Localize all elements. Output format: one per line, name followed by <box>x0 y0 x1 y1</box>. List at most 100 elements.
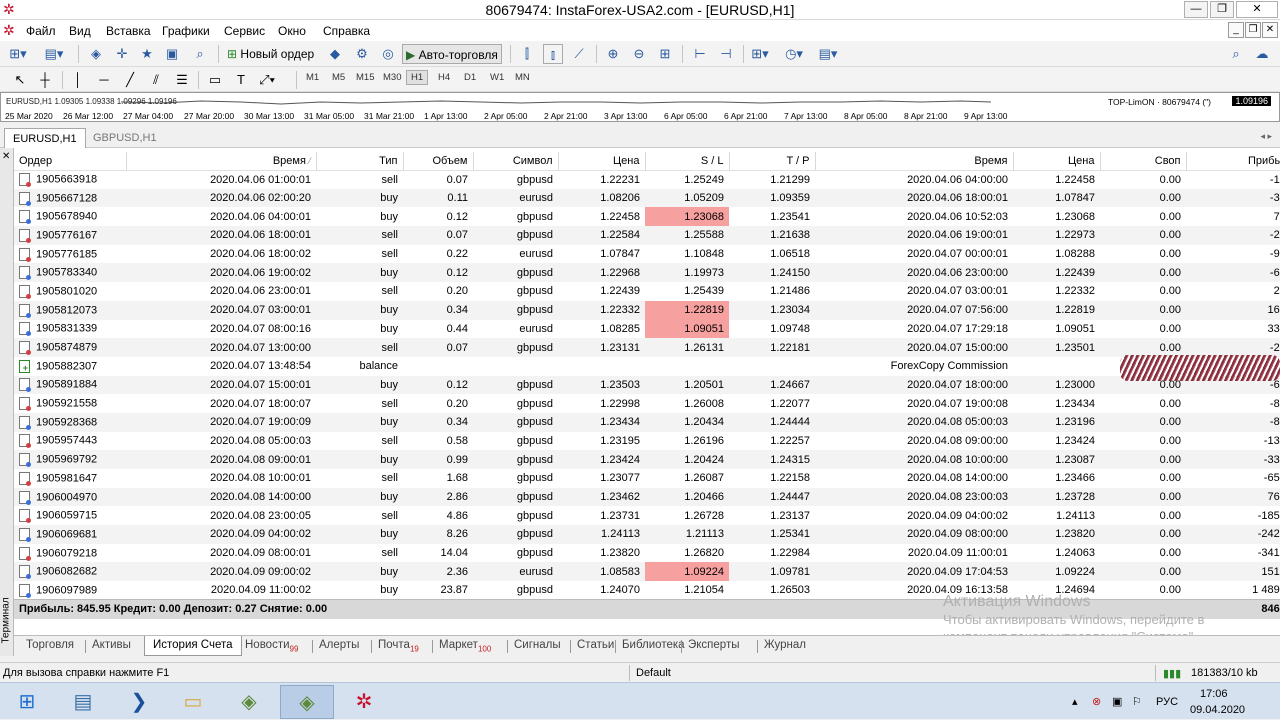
mdi-minimize-button[interactable]: _ <box>1228 22 1244 38</box>
community-icon[interactable]: ◎ <box>378 44 398 64</box>
table-row[interactable]: 1905921558 2020.04.07 18:00:07 sell 0.20 gbp… <box>14 394 1280 413</box>
col-tp[interactable]: T / P <box>729 152 816 171</box>
terminal-icon[interactable]: ▣ <box>162 44 182 64</box>
table-row[interactable]: 1905783340 2020.04.06 19:00:02 buy 0.12 gbpu… <box>14 263 1280 283</box>
timeframe-m30[interactable]: M30 <box>383 72 401 83</box>
templates-icon[interactable]: ▤▾ <box>818 44 838 64</box>
timeframe-h1[interactable]: H1 <box>406 70 429 85</box>
menu-file[interactable]: Файл <box>26 24 56 38</box>
table-row[interactable]: 1905776185 2020.04.06 18:00:02 sell 0.22 eur… <box>14 245 1280 264</box>
col-symbol[interactable]: Символ <box>473 152 559 171</box>
table-row[interactable]: 1905831339 2020.04.07 08:00:16 buy 0.44 euru… <box>14 319 1280 339</box>
timeframe-m5[interactable]: M5 <box>332 72 345 83</box>
rectangle-icon[interactable]: ▭ <box>205 70 225 90</box>
metaeditor-icon[interactable]: ◆ <box>325 44 345 64</box>
tab-eurusd-h1[interactable]: EURUSD,H1 <box>4 128 86 148</box>
data-window-icon[interactable]: ✛ <box>112 44 132 64</box>
terminal-tab[interactable]: Торговля <box>26 636 74 656</box>
timeframe-h4[interactable]: H4 <box>438 72 450 83</box>
indicators-icon[interactable]: ⊞▾ <box>750 44 770 64</box>
cursor-icon[interactable]: ↖ <box>10 70 30 90</box>
menu-window[interactable]: Окно <box>278 24 306 38</box>
timeframe-d1[interactable]: D1 <box>464 72 476 83</box>
menu-tools[interactable]: Сервис <box>224 24 265 38</box>
terminal-tab[interactable]: История Счета <box>144 636 242 656</box>
table-row[interactable]: 1905678940 2020.04.06 04:00:01 buy 0.12 gbpu… <box>14 207 1280 227</box>
fibonacci-icon[interactable]: ☰ <box>172 70 192 90</box>
terminal-close-icon[interactable]: ✕ <box>2 151 10 162</box>
clock-time[interactable]: 17:06 <box>1200 688 1228 700</box>
tab-gbpusd-h1[interactable]: GBPUSD,H1 <box>85 128 165 148</box>
vertical-line-icon[interactable]: │ <box>68 70 88 90</box>
terminal-tab[interactable]: Журнал <box>764 636 806 656</box>
table-row[interactable]: 1905776167 2020.04.06 18:00:01 sell 0.07 gbp… <box>14 226 1280 245</box>
terminal-tab[interactable]: Активы <box>92 636 131 656</box>
terminal-tab[interactable]: Библиотека <box>622 636 685 656</box>
chat-icon[interactable]: ☁ <box>1252 44 1272 64</box>
table-row[interactable]: 1905969792 2020.04.08 09:00:01 buy 0.99 gbpu… <box>14 450 1280 469</box>
text-label-icon[interactable]: T <box>231 70 251 90</box>
table-row[interactable]: 1906069681 2020.04.09 04:00:02 buy 8.26 gbpu… <box>14 525 1280 544</box>
timeframe-mn[interactable]: MN <box>515 72 530 83</box>
table-row[interactable]: 1906059715 2020.04.08 23:00:05 sell 4.86 gbp… <box>14 506 1280 525</box>
line-chart-icon[interactable]: ⟋ <box>569 44 589 64</box>
mdi-restore-button[interactable]: ❐ <box>1245 22 1261 38</box>
col-profit[interactable]: Прибыль <box>1186 152 1280 171</box>
file-explorer-icon[interactable]: ▭ <box>166 685 220 719</box>
tray-expand-icon[interactable]: ▴ <box>1072 695 1078 708</box>
col-sl[interactable]: S / L <box>645 152 730 171</box>
periods-icon[interactable]: ◷▾ <box>784 44 804 64</box>
server-manager-icon[interactable]: ▤ <box>56 685 110 719</box>
signals-icon[interactable]: ⚙ <box>352 44 372 64</box>
navigator-icon[interactable]: ★ <box>137 44 157 64</box>
trendline-icon[interactable]: ╱ <box>120 70 140 90</box>
table-row[interactable]: 1905663918 2020.04.06 01:00:01 sell 0.07 gbp… <box>14 170 1280 189</box>
col-close-time[interactable]: Время <box>815 152 1014 171</box>
auto-scroll-icon[interactable]: ⊢ <box>690 44 710 64</box>
powershell-icon[interactable]: ❯ <box>112 685 166 719</box>
terminal-tab[interactable]: Эксперты <box>688 636 739 656</box>
table-row[interactable]: 1905928368 2020.04.07 19:00:09 buy 0.34 gbpu… <box>14 412 1280 432</box>
col-volume[interactable]: Объем <box>403 152 474 171</box>
network-icon[interactable]: ⊗ <box>1092 695 1101 708</box>
timeframe-m15[interactable]: M15 <box>356 72 374 83</box>
timeframe-m1[interactable]: M1 <box>306 72 319 83</box>
autotrading-button[interactable]: ▶ Авто-торговля <box>402 44 502 64</box>
instaforex-app-icon[interactable]: ✲ <box>337 685 391 719</box>
col-order[interactable]: Ордер <box>14 152 127 171</box>
terminal-tab[interactable]: Новости99 <box>245 636 298 656</box>
action-center-icon[interactable]: ▣ <box>1112 695 1122 708</box>
candlestick-icon[interactable]: ⫾ <box>543 44 563 64</box>
language-indicator[interactable]: РУС <box>1156 696 1178 708</box>
start-button-icon[interactable]: ⊞ <box>0 685 54 719</box>
chart-shift-icon[interactable]: ⊣ <box>716 44 736 64</box>
terminal-tab[interactable]: Сигналы <box>514 636 561 656</box>
metatrader-app-icon[interactable]: ◈ <box>222 685 276 719</box>
table-row[interactable]: 1905874879 2020.04.07 13:00:00 sell 0.07 gbp… <box>14 338 1280 357</box>
chart-window-icon[interactable]: ✲ <box>3 23 18 38</box>
bar-chart-icon[interactable]: ⫿ <box>517 44 537 64</box>
menu-help[interactable]: Справка <box>323 24 370 38</box>
table-row[interactable]: 1905882307 2020.04.07 13:48:54 balance Fore… <box>14 357 1280 376</box>
horizontal-line-icon[interactable]: ─ <box>94 70 114 90</box>
zoom-in-icon[interactable]: ⊕ <box>603 44 623 64</box>
new-order-button[interactable]: ⊞ Новый ордер <box>224 44 317 64</box>
market-watch-icon[interactable]: ◈ <box>86 44 106 64</box>
table-row[interactable]: 1906082682 2020.04.09 09:00:02 buy 2.36 euru… <box>14 562 1280 582</box>
arrows-icon[interactable]: ⤢▾ <box>257 70 277 90</box>
terminal-tab[interactable]: Статьи <box>577 636 614 656</box>
terminal-tab[interactable]: Почта19 <box>378 636 419 656</box>
clock-date[interactable]: 09.04.2020 <box>1190 704 1245 716</box>
table-row[interactable]: 1905667128 2020.04.06 02:00:20 buy 0.11 euru… <box>14 188 1280 208</box>
close-button[interactable]: ✕ <box>1236 1 1278 18</box>
col-price[interactable]: Цена <box>558 152 646 171</box>
tab-scroll-arrows-icon[interactable]: ◂ ▸ <box>1260 131 1272 142</box>
strategy-tester-icon[interactable]: ⌕ <box>190 44 210 64</box>
table-row[interactable]: 1905957443 2020.04.08 05:00:03 sell 0.58 gbp… <box>14 432 1280 451</box>
table-row[interactable]: 1906079218 2020.04.09 08:00:01 sell 14.04 gb… <box>14 544 1280 563</box>
table-row[interactable]: 1906004970 2020.04.08 14:00:00 buy 2.86 gbpu… <box>14 487 1280 507</box>
menu-insert[interactable]: Вставка <box>106 24 151 38</box>
terminal-tab[interactable]: Маркет100 <box>439 636 491 656</box>
flag-icon[interactable]: ⚐ <box>1132 695 1142 708</box>
metatrader-active-app-icon[interactable]: ◈ <box>280 685 334 719</box>
